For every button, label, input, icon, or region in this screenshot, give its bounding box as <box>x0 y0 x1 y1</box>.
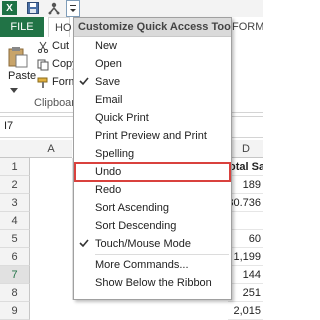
cell-d6[interactable]: 1,199 <box>228 248 263 266</box>
menu-item-touch-mouse-mode[interactable]: Touch/Mouse Mode <box>74 235 231 253</box>
menu-item-label: Quick Print <box>95 112 149 124</box>
menu-item-label: Print Preview and Print <box>95 130 207 142</box>
menu-item-redo[interactable]: Redo <box>74 181 231 199</box>
cell-d8[interactable]: 251 <box>228 284 263 302</box>
menu-item-quick-print[interactable]: Quick Print <box>74 109 231 127</box>
menu-item-label: Sort Ascending <box>95 202 169 214</box>
cell-d5[interactable]: 60 <box>228 230 263 248</box>
checkmark-icon <box>78 75 90 87</box>
qat-customize-dropdown[interactable] <box>66 0 80 17</box>
menu-item-label: Touch/Mouse Mode <box>95 238 191 250</box>
tab-home[interactable]: HO <box>48 17 72 37</box>
checkmark-icon <box>78 237 90 249</box>
row-header-selected[interactable]: 7 <box>0 266 30 284</box>
tab-file[interactable]: FILE <box>0 17 44 37</box>
row-header[interactable]: 3 <box>0 194 30 212</box>
menu-item-open[interactable]: Open <box>74 55 231 73</box>
cell-d3[interactable]: 80.736 <box>228 194 263 212</box>
paste-icon[interactable] <box>8 46 28 68</box>
excel-logo-text: X <box>6 2 13 14</box>
tab-formulas[interactable]: FORMU <box>232 17 263 37</box>
cell-d4[interactable] <box>228 212 263 230</box>
copy-icon[interactable] <box>37 59 50 71</box>
excel-logo: X <box>2 1 17 15</box>
menu-item-show-below-ribbon[interactable]: Show Below the Ribbon <box>74 274 231 292</box>
row-header[interactable]: 2 <box>0 176 30 194</box>
row-header[interactable]: 4 <box>0 212 30 230</box>
format-painter-icon[interactable] <box>37 77 50 89</box>
menu-item-email[interactable]: Email <box>74 91 231 109</box>
menu-item-label: Email <box>95 94 123 106</box>
row-header[interactable]: 6 <box>0 248 30 266</box>
column-header-a[interactable]: A <box>30 140 72 158</box>
menu-item-save[interactable]: Save <box>74 73 231 91</box>
paste-dropdown-icon[interactable] <box>10 84 18 96</box>
clipboard-group-label: Clipboar <box>34 97 75 109</box>
menu-header: Customize Quick Access Toolbar <box>74 18 231 37</box>
menu-separator <box>95 254 229 255</box>
row-header[interactable]: 9 <box>0 302 30 320</box>
paste-button[interactable]: Paste <box>8 70 36 82</box>
menu-item-label: Undo <box>95 166 122 178</box>
menu-item-label: Redo <box>95 184 122 196</box>
name-box[interactable]: I7 <box>4 120 13 132</box>
cut-icon[interactable] <box>37 41 50 54</box>
cut-button[interactable]: Cut <box>52 40 69 52</box>
row-header[interactable]: 5 <box>0 230 30 248</box>
menu-item-new[interactable]: New <box>74 37 231 55</box>
menu-item-more-commands[interactable]: More Commands... <box>74 256 231 274</box>
menu-item-spelling[interactable]: Spelling <box>74 145 231 163</box>
cell-d9[interactable]: 2,015 <box>228 302 263 320</box>
menu-item-sort-descending[interactable]: Sort Descending <box>74 217 231 235</box>
column-header-d[interactable]: D <box>228 140 263 158</box>
cell-d7[interactable]: 144 <box>228 266 263 284</box>
menu-item-print-preview[interactable]: Print Preview and Print <box>74 127 231 145</box>
menu-item-label: Sort Descending <box>95 220 177 232</box>
menu-item-label: Save <box>95 76 121 88</box>
menu-item-label: Open <box>95 58 122 70</box>
row-header[interactable]: 8 <box>0 284 30 302</box>
touch-mode-icon[interactable] <box>46 1 62 15</box>
menu-item-label: More Commands... <box>95 259 189 271</box>
menu-item-label: New <box>95 40 118 52</box>
select-all-corner[interactable] <box>0 140 30 158</box>
menu-item-label: Spelling <box>95 148 135 160</box>
menu-item-undo[interactable]: Undo <box>74 162 231 182</box>
row-header[interactable]: 1 <box>0 158 30 176</box>
cell-d1[interactable]: otal Sal <box>228 158 263 176</box>
cell-d2[interactable]: 189 <box>228 176 263 194</box>
menu-item-sort-ascending[interactable]: Sort Ascending <box>74 199 231 217</box>
menu-item-label: Show Below the Ribbon <box>95 277 212 289</box>
save-icon[interactable] <box>26 1 40 15</box>
